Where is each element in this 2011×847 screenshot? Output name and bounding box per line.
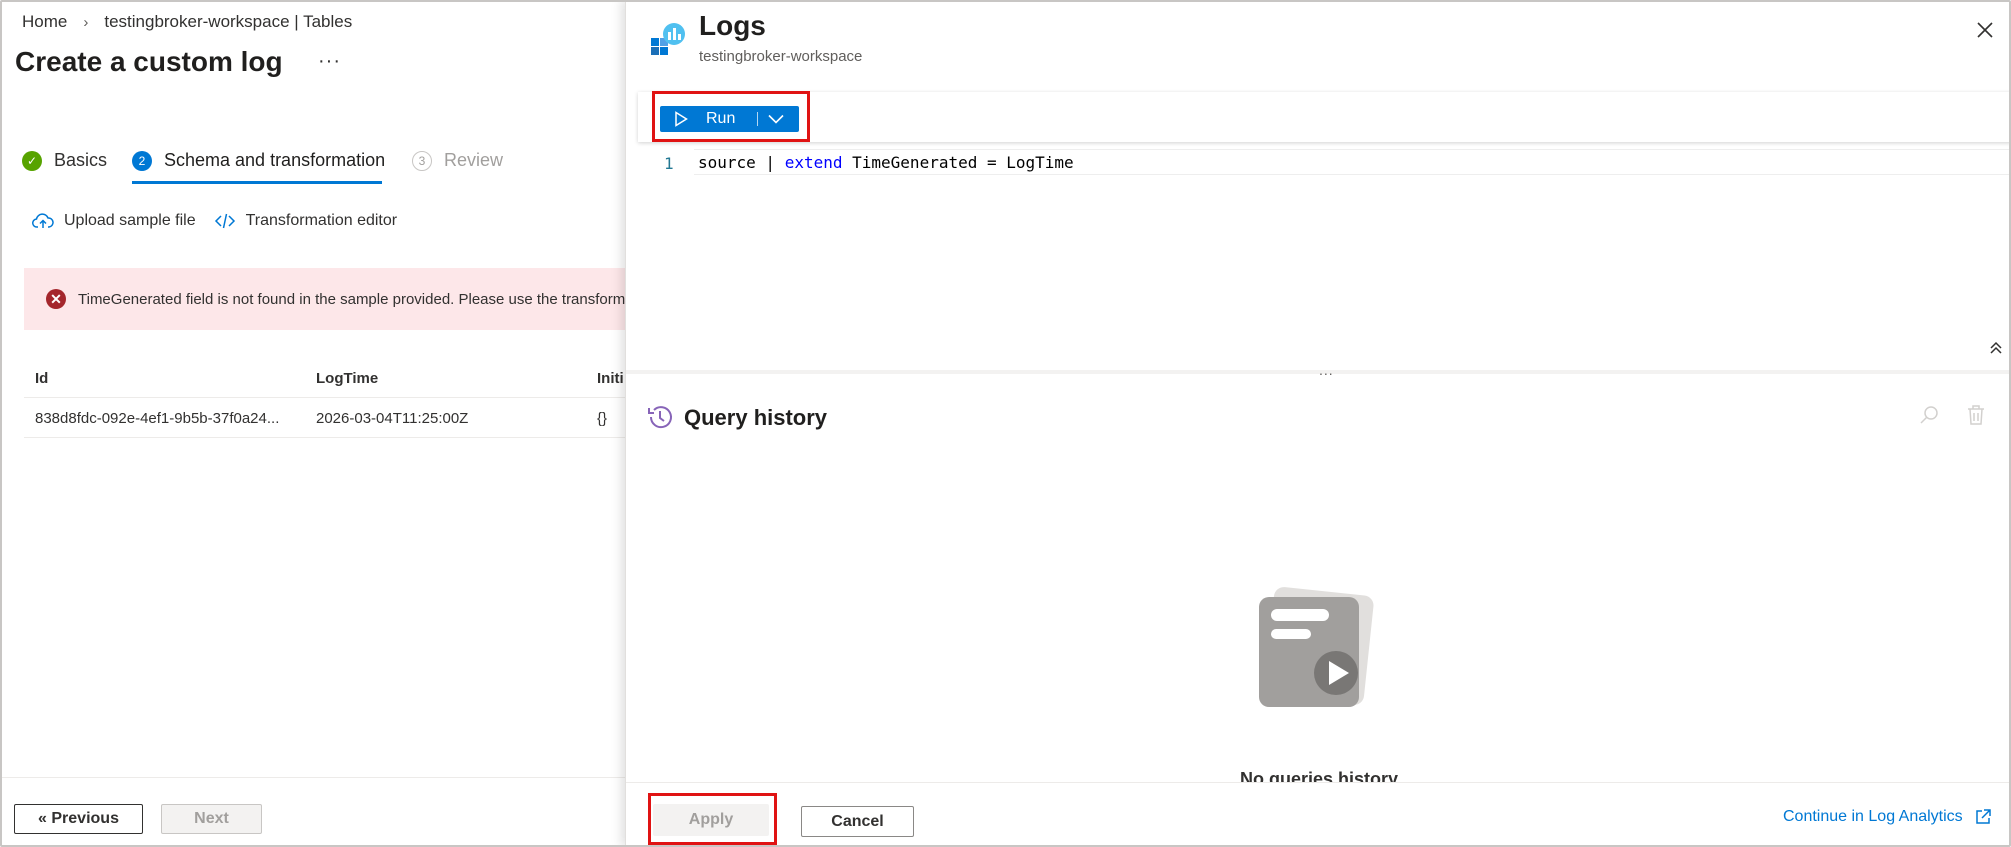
command-bar: Upload sample file Transformation editor (32, 212, 415, 230)
more-options-button[interactable]: ··· (318, 50, 341, 73)
splitter-handle[interactable]: ... (1319, 362, 1334, 378)
create-custom-log-blade: Home › testingbroker-workspace | Tables … (0, 0, 625, 847)
check-icon: ✓ (22, 150, 42, 171)
tab-label: Schema and transformation (164, 150, 386, 170)
trash-icon[interactable] (1966, 404, 1986, 426)
code-text: TimeGenerated = LogTime (842, 153, 1074, 172)
cell-id: 838d8fdc-092e-4ef1-9b5b-37f0a24... (35, 409, 280, 427)
upload-label: Upload sample file (64, 212, 196, 229)
breadcrumb-workspace[interactable]: testingbroker-workspace | Tables (104, 12, 352, 32)
next-button[interactable]: Next (161, 804, 262, 834)
error-banner: ✕ TimeGenerated field is not found in th… (24, 268, 625, 330)
empty-history-illustration (1259, 587, 1374, 707)
query-history-title: Query history (684, 405, 828, 430)
close-icon[interactable] (1971, 16, 1999, 44)
breadcrumb-home[interactable]: Home (22, 12, 67, 32)
apply-button-highlight (648, 793, 777, 845)
tab-schema-and-transformation[interactable]: 2 Schema and transformation (132, 150, 385, 171)
continue-in-log-analytics-link[interactable]: Continue in Log Analytics (1783, 807, 1993, 827)
tab-review[interactable]: 3 Review (412, 150, 503, 171)
line-number: 1 (664, 154, 674, 173)
code-icon (214, 213, 235, 229)
transformation-editor-button[interactable]: Transformation editor (214, 212, 397, 230)
tab-label: Review (444, 150, 504, 170)
error-icon: ✕ (46, 289, 66, 309)
transformation-label: Transformation editor (245, 212, 398, 229)
collapse-up-icon[interactable] (1988, 340, 2004, 356)
empty-history-text: No queries history (1239, 769, 1399, 782)
code-text: source | (698, 153, 785, 172)
cell-initi: {} (597, 409, 608, 427)
column-header-logtime[interactable]: LogTime (316, 358, 576, 398)
external-link-icon (1975, 809, 1991, 824)
tab-label: Basics (54, 150, 108, 170)
query-code-line[interactable]: source | extend TimeGenerated = LogTime (694, 149, 2011, 175)
active-tab-indicator (132, 181, 382, 184)
breadcrumb: Home › testingbroker-workspace | Tables (22, 12, 352, 32)
step-number-badge: 3 (412, 150, 432, 171)
step-number-badge: 2 (132, 150, 152, 171)
error-message: TimeGenerated field is not found in the … (78, 290, 625, 308)
continue-label: Continue in Log Analytics (1783, 808, 1963, 825)
sample-data-table: Id LogTime Initi 838d8fdc-092e-4ef1-9b5b… (24, 358, 625, 438)
cell-logtime: 2026-03-04T11:25:00Z (316, 409, 469, 427)
cloud-upload-icon (32, 213, 54, 228)
query-toolbar (638, 92, 2011, 142)
search-icon[interactable] (1918, 404, 1940, 426)
column-header-initi[interactable]: Initi (597, 358, 625, 398)
query-editor[interactable]: 1 source | extend TimeGenerated = LogTim… (626, 144, 2011, 368)
table-row[interactable]: 838d8fdc-092e-4ef1-9b5b-37f0a24... 2026-… (24, 398, 625, 438)
breadcrumb-separator: › (83, 13, 89, 31)
logs-workspace-name: testingbroker-workspace (699, 48, 863, 65)
column-header-id[interactable]: Id (35, 358, 305, 398)
logs-title: Logs (699, 10, 766, 41)
cancel-button[interactable]: Cancel (801, 806, 914, 837)
previous-button[interactable]: « Previous (14, 804, 143, 834)
logs-panel: Logs testingbroker-workspace Run 1 sourc… (625, 0, 2011, 847)
table-header: Id LogTime Initi (24, 358, 625, 398)
page-title: Create a custom log (15, 46, 283, 77)
tab-basics[interactable]: ✓ Basics (22, 150, 107, 171)
footer-divider (0, 777, 625, 778)
code-keyword: extend (784, 153, 843, 172)
run-button-highlight (652, 91, 810, 142)
log-analytics-icon (651, 23, 685, 55)
upload-sample-file-button[interactable]: Upload sample file (32, 212, 196, 230)
history-icon (648, 406, 672, 429)
